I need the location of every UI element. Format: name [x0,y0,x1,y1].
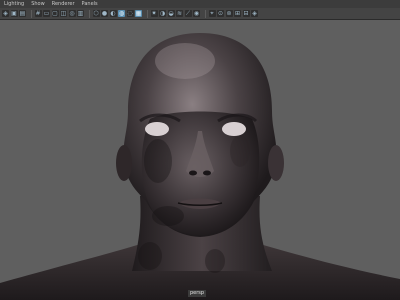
motion-blur-icon[interactable]: ≋ [176,10,183,17]
bookmark-icon[interactable]: ▣ [10,10,18,17]
lights-icon[interactable]: ✷ [150,10,158,17]
grid-icon[interactable]: # [34,10,42,17]
safe-action-icon[interactable]: ▥ [77,10,84,17]
wireframe-on-shaded-icon[interactable]: ◍ [118,10,125,17]
wireframe-icon[interactable]: ⬡ [92,10,100,17]
depth-of-field-icon[interactable]: ◉ [193,10,200,17]
ear-right [268,145,284,181]
smooth-shade-icon[interactable]: ● [101,10,108,17]
xray-icon[interactable]: ◌ [126,10,134,17]
menu-show[interactable]: Show [31,0,45,8]
image-plane-icon[interactable]: ▤ [19,10,26,17]
gate-mask-icon[interactable]: ◫ [60,10,67,17]
perspective-viewport[interactable]: persp [0,21,400,300]
film-gate-icon[interactable]: ▭ [43,10,50,17]
ambient-occlusion-icon[interactable]: ◒ [167,10,175,17]
hud-icon[interactable]: ⊞ [234,10,241,17]
ear-left [116,145,132,181]
xray-joints-icon[interactable]: ⊙ [217,10,224,17]
field-chart-icon[interactable]: ◎ [68,10,76,17]
menu-renderer[interactable]: Renderer [52,0,75,8]
isolate-select-icon[interactable]: ⌖ [208,10,216,17]
xray-active-icon[interactable]: ⊚ [225,10,233,17]
toolbar-separator [30,9,32,18]
resolution-gate-icon[interactable]: ▢ [51,10,59,17]
eye-left [145,122,169,136]
stereo-icon[interactable]: ⊟ [242,10,250,17]
menu-lighting[interactable]: Lighting [4,0,24,8]
toolbar-separator [88,9,90,18]
textured-icon[interactable]: ▦ [135,10,142,17]
eye-right [222,122,246,136]
default-material-icon[interactable]: ◐ [109,10,117,17]
camera-name-label: persp [188,290,207,297]
viewport-toolbar: ◈ ▣ ▤ # ▭ ▢ ◫ ◎ ▥ ⬡ ● ◐ ◍ ◌ ▦ ✷ ◑ ◒ ≋ ⟋ ◉ ⌖ ⊙ ⊚ ⊞ ⊟ ◈ [0,8,400,20]
menu-panels[interactable]: Panels [82,0,98,8]
toolbar-separator [146,9,148,18]
select-camera-icon[interactable]: ◈ [2,10,9,17]
toolbar-separator [204,9,206,18]
color-management-icon[interactable]: ◈ [251,10,258,17]
viewport-menu-bar: Lighting Show Renderer Panels [0,0,400,8]
shadows-icon[interactable]: ◑ [159,10,166,17]
head-model-render [0,33,400,300]
anti-aliasing-icon[interactable]: ⟋ [184,10,192,17]
